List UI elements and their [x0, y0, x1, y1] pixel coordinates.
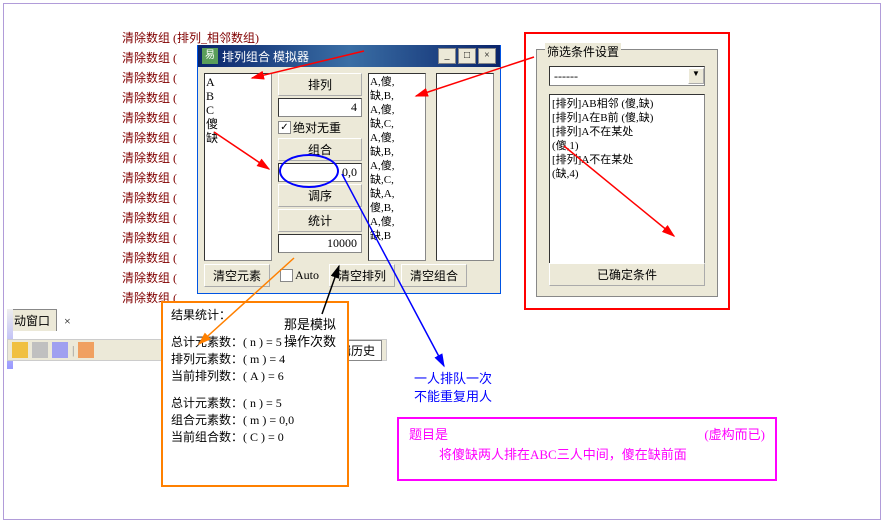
clear-elements-button[interactable]: 清空元素: [204, 264, 270, 287]
clear-arrange-button[interactable]: 清空排列: [329, 264, 395, 287]
no-repeat-checkbox[interactable]: ✓: [278, 121, 291, 134]
ide-tab-close-icon[interactable]: ×: [60, 312, 75, 331]
arrange-button[interactable]: 排列: [278, 73, 362, 96]
stat-line: 组合元素数：( m ) = 0,0: [171, 412, 339, 429]
auto-checkbox[interactable]: [280, 269, 293, 282]
arrange-results[interactable]: A,傻, 缺,B, A,傻, 缺,C, A,傻, 缺,B, A,傻, 缺,C, …: [368, 73, 426, 261]
stat-line: 当前排列数：( A ) = 6: [171, 368, 339, 385]
combine-input[interactable]: 0,0: [278, 163, 362, 182]
stat-line: 当前组合数：( C ) = 0: [171, 429, 339, 446]
toolbar-icon-1[interactable]: [12, 342, 28, 358]
toolbar-icon-2[interactable]: [32, 342, 48, 358]
filter-item[interactable]: (傻,1): [552, 139, 702, 153]
no-repeat-label: 绝对无重: [293, 119, 341, 136]
stat-button[interactable]: 统计: [278, 209, 362, 232]
order-button[interactable]: 调序: [278, 184, 362, 207]
stat-line: 总计元素数：( n ) = 5: [171, 395, 339, 412]
titlebar[interactable]: 易 排列组合 模拟器 _ □ ×: [198, 45, 500, 67]
dropdown-arrow-icon[interactable]: ▼: [688, 68, 704, 84]
annotation-black: 那是模拟 操作次数: [284, 316, 336, 350]
question-box: 题目是(虚构而已) 将傻缺两人排在ABC三人中间，傻在缺前面: [397, 417, 777, 481]
app-icon: 易: [202, 48, 218, 64]
filter-dropdown[interactable]: ------ ▼: [549, 66, 705, 86]
filter-item[interactable]: [排列]A不在某处: [552, 125, 702, 139]
arrange-count-input[interactable]: 4: [278, 98, 362, 117]
filter-item[interactable]: [排列]A不在某处: [552, 153, 702, 167]
window-title: 排列组合 模拟器: [222, 48, 438, 65]
filter-item[interactable]: [排列]A在B前 (傻,缺): [552, 111, 702, 125]
simulator-window: 易 排列组合 模拟器 _ □ × A B C 傻 缺 排列 4 ✓ 绝对无重 组…: [197, 45, 501, 294]
maximize-button[interactable]: □: [458, 48, 476, 64]
filter-group-label: 筛选条件设置: [545, 43, 621, 60]
combo-results[interactable]: [436, 73, 494, 261]
minimize-button[interactable]: _: [438, 48, 456, 64]
ide-tab[interactable]: 动窗口: [7, 309, 57, 331]
combine-button[interactable]: 组合: [278, 138, 362, 161]
toolbar-icon-3[interactable]: [52, 342, 68, 358]
filter-panel: 筛选条件设置 ------ ▼ [排列]AB相邻 (傻,缺)[排列]A在B前 (…: [536, 49, 718, 297]
confirm-filter-button[interactable]: 已确定条件: [549, 263, 705, 286]
filter-item[interactable]: (缺,4): [552, 167, 702, 181]
toolbar-icon-4[interactable]: [78, 342, 94, 358]
stat-line: 排列元素数：( m ) = 4: [171, 351, 339, 368]
auto-label: Auto: [295, 268, 319, 283]
filter-item[interactable]: [排列]AB相邻 (傻,缺): [552, 97, 702, 111]
elements-textarea[interactable]: A B C 傻 缺: [204, 73, 272, 261]
iteration-input[interactable]: 10000: [278, 234, 362, 253]
close-button[interactable]: ×: [478, 48, 496, 64]
clear-combo-button[interactable]: 清空组合: [401, 264, 467, 287]
filter-list[interactable]: [排列]AB相邻 (傻,缺)[排列]A在B前 (傻,缺)[排列]A不在某处(傻,…: [549, 94, 705, 266]
annotation-blue: 一人排队一次 不能重复用人: [414, 370, 492, 406]
